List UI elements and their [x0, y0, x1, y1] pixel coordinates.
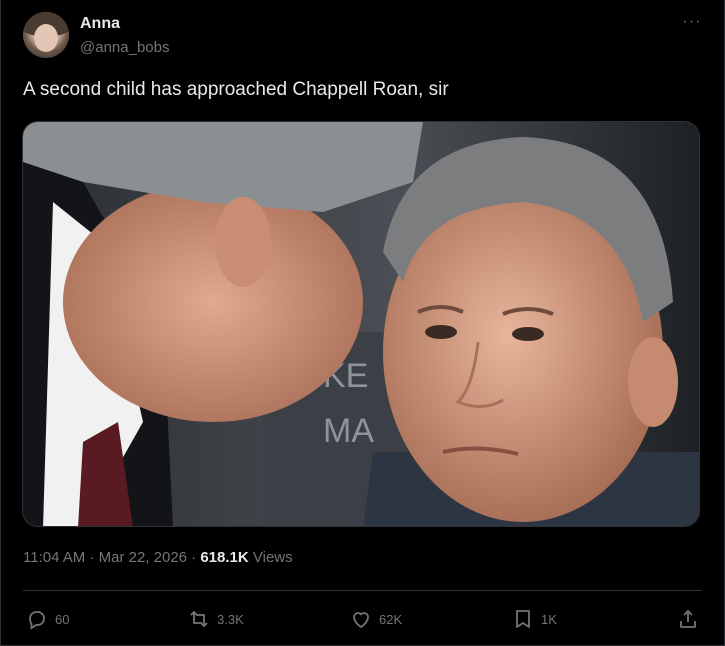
tweet-media-image[interactable]: KE MA	[22, 121, 700, 527]
bookmark-count: 1K	[541, 611, 557, 627]
media-photo: KE MA	[23, 122, 699, 526]
views-count: 618.1K	[200, 549, 249, 566]
tweet-actions: 60 3.3K 62K 1K	[23, 604, 702, 634]
tweet-date[interactable]: Mar 22, 2026	[99, 549, 187, 566]
left-man-face	[63, 182, 363, 422]
avatar-face	[34, 24, 58, 52]
tweet-header: Anna @anna_bobs ···	[23, 12, 704, 62]
tweet-meta: 11:04 AM · Mar 22, 2026 · 618.1K Views	[23, 548, 293, 568]
reply-count: 60	[55, 611, 70, 627]
repost-icon	[190, 611, 208, 627]
tweet-card: Anna @anna_bobs ··· A second child has a…	[0, 0, 725, 646]
repost-count: 3.3K	[217, 611, 244, 627]
divider	[23, 590, 702, 591]
author-handle[interactable]: @anna_bobs	[80, 38, 169, 58]
share-icon	[680, 610, 696, 628]
repost-button[interactable]: 3.3K	[187, 604, 244, 634]
bookmark-button[interactable]: 1K	[511, 604, 557, 634]
heart-icon	[353, 612, 369, 629]
avatar[interactable]	[23, 12, 69, 58]
like-button[interactable]: 62K	[349, 604, 402, 634]
tweet-time[interactable]: 11:04 AM	[23, 549, 85, 566]
views-label: Views	[248, 549, 293, 566]
background-sign-text-2: MA	[323, 412, 374, 450]
author-names: Anna @anna_bobs	[80, 14, 169, 58]
right-man-ear	[628, 337, 678, 427]
bookmark-icon	[516, 610, 530, 628]
share-button[interactable]	[676, 604, 700, 634]
tweet-text: A second child has approached Chappell R…	[23, 79, 449, 100]
right-man-eye-right	[512, 327, 544, 341]
author-display-name[interactable]: Anna	[80, 14, 169, 34]
reply-icon	[29, 611, 45, 630]
meta-separator: ·	[187, 549, 201, 566]
meta-separator: ·	[85, 549, 99, 566]
like-count: 62K	[379, 611, 403, 627]
reply-button[interactable]: 60	[25, 604, 69, 634]
left-man-ear	[215, 197, 271, 287]
right-man-eye-left	[425, 325, 457, 339]
more-icon[interactable]: ···	[680, 12, 704, 32]
